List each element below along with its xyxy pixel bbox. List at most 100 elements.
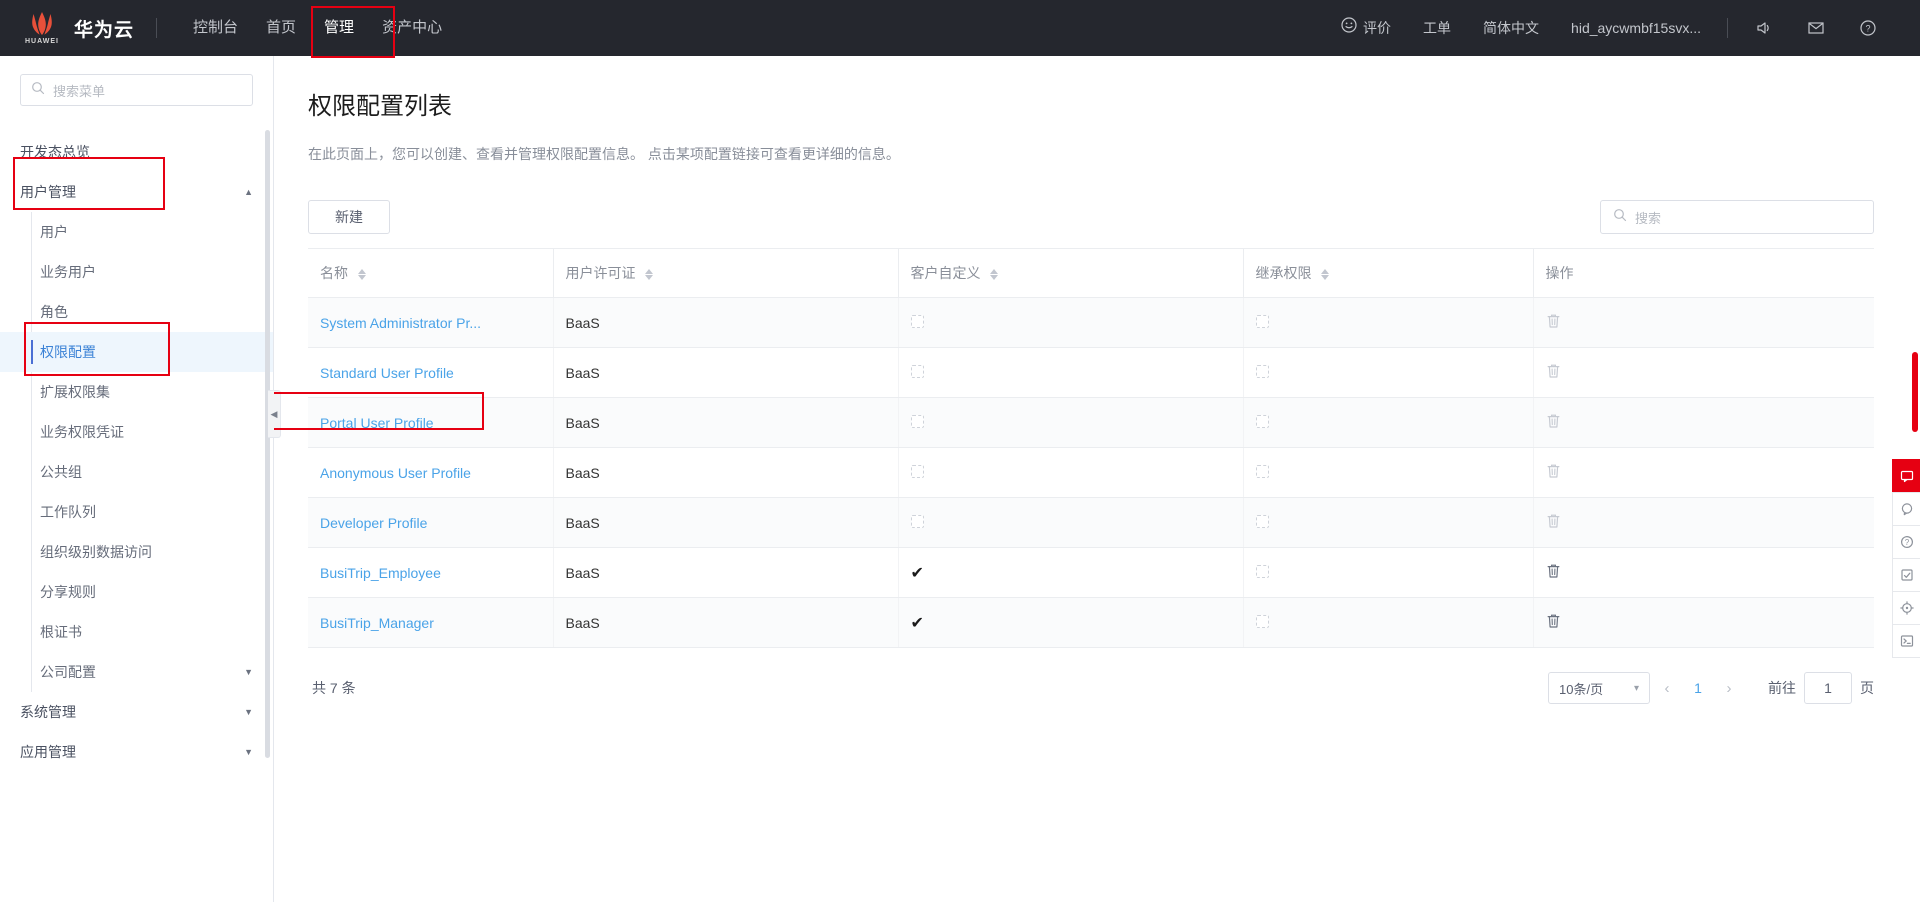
profile-link[interactable]: BusiTrip_Manager — [320, 615, 434, 631]
table-row[interactable]: BusiTrip_Manager BaaS ✔ — [308, 597, 1874, 648]
col-header-license[interactable]: 用户许可证 — [552, 248, 898, 298]
sidebar-scrollbar[interactable] — [265, 130, 270, 758]
checkbox-unchecked[interactable] — [1255, 564, 1269, 578]
checkbox-unchecked[interactable] — [1255, 514, 1269, 528]
sidebar-item-system-management[interactable]: 系统管理 ▼ — [0, 692, 273, 732]
main-scroll-indicator[interactable] — [1912, 352, 1918, 432]
sidebar-item-share-rules[interactable]: 分享规则 — [0, 572, 273, 612]
sidebar-item-user-management[interactable]: 用户管理 ▲ — [0, 172, 273, 212]
sort-icon[interactable] — [645, 268, 654, 280]
checkbox-unchecked[interactable] — [910, 414, 924, 428]
sidebar-item-label: 权限配置 — [40, 344, 96, 360]
sidebar-item-roles[interactable]: 角色 — [0, 292, 273, 332]
profile-link[interactable]: System Administrator Pr... — [320, 315, 481, 331]
sidebar: 搜索菜单 开发态总览 用户管理 ▲ 用户 业务用户 角色 权限配置 扩展权限集 … — [0, 56, 274, 902]
sidebar-item-business-permission-credential[interactable]: 业务权限凭证 — [0, 412, 273, 452]
new-button[interactable]: 新建 — [308, 200, 390, 234]
goto-page: 前往 页 — [1768, 672, 1874, 704]
sidebar-item-permission-config[interactable]: 权限配置 — [0, 332, 273, 372]
total-count: 共 7 条 — [312, 680, 356, 696]
checkbox-unchecked[interactable] — [910, 464, 924, 478]
top-nav-item-manage[interactable]: 管理 — [310, 0, 368, 56]
table-row[interactable]: System Administrator Pr... BaaS — [308, 297, 1874, 348]
checkbox-unchecked[interactable] — [1255, 414, 1269, 428]
trash-icon[interactable] — [1546, 613, 1561, 632]
search-input[interactable]: 搜索 — [1600, 200, 1874, 234]
table-row[interactable]: Portal User Profile BaaS — [308, 397, 1874, 448]
profile-link[interactable]: BusiTrip_Employee — [320, 565, 441, 581]
app-body: 搜索菜单 开发态总览 用户管理 ▲ 用户 业务用户 角色 权限配置 扩展权限集 … — [0, 56, 1920, 902]
brand[interactable]: HUAWEI 华为云 — [22, 11, 134, 45]
ticket-link[interactable]: 工单 — [1407, 0, 1467, 56]
trash-icon[interactable] — [1546, 313, 1561, 332]
sidebar-item-business-users[interactable]: 业务用户 — [0, 252, 273, 292]
col-header-custom[interactable]: 客户自定义 — [897, 248, 1243, 298]
cell-inherit — [1242, 347, 1533, 398]
checkbox-unchecked[interactable] — [1255, 464, 1269, 478]
checkbox-unchecked[interactable] — [910, 514, 924, 528]
profile-link[interactable]: Anonymous User Profile — [320, 465, 471, 481]
sidebar-menu: 开发态总览 用户管理 ▲ 用户 业务用户 角色 权限配置 扩展权限集 业务权限凭… — [0, 124, 273, 772]
checkbox-unchecked[interactable] — [910, 364, 924, 378]
cell-inherit — [1242, 447, 1533, 498]
sort-icon[interactable] — [357, 268, 366, 280]
speaker-icon[interactable] — [1738, 19, 1790, 37]
account-link[interactable]: hid_aycwmbf15svx... — [1555, 0, 1717, 56]
chat-icon[interactable] — [1892, 492, 1920, 526]
page-size-select[interactable]: 10条/页 ▾ — [1548, 672, 1650, 704]
top-nav-item-console[interactable]: 控制台 — [179, 0, 252, 56]
feedback-icon[interactable] — [1892, 459, 1920, 493]
help-icon[interactable]: ? — [1892, 525, 1920, 559]
edit-icon[interactable] — [1892, 558, 1920, 592]
checkbox-unchecked[interactable] — [910, 314, 924, 328]
checkbox-unchecked[interactable] — [1255, 314, 1269, 328]
col-header-name[interactable]: 名称 — [308, 248, 553, 298]
sidebar-collapse-handle[interactable]: ◀ — [268, 390, 281, 438]
sort-icon[interactable] — [1321, 268, 1330, 280]
sidebar-item-app-management[interactable]: 应用管理 ▼ — [0, 732, 273, 772]
trash-icon[interactable] — [1546, 363, 1561, 382]
profile-link[interactable]: Developer Profile — [320, 515, 427, 531]
sort-icon[interactable] — [990, 268, 999, 280]
language-link[interactable]: 简体中文 — [1467, 0, 1555, 56]
trash-icon[interactable] — [1546, 563, 1561, 582]
sidebar-item-users[interactable]: 用户 — [0, 212, 273, 252]
checkbox-unchecked[interactable] — [1255, 614, 1269, 628]
sidebar-item-company-config[interactable]: 公司配置 ▼ — [0, 652, 273, 692]
mail-icon[interactable] — [1790, 19, 1842, 37]
profile-link[interactable]: Standard User Profile — [320, 365, 454, 381]
cell-custom: ✔ — [897, 597, 1243, 648]
top-nav-item-home[interactable]: 首页 — [252, 0, 310, 56]
checkbox-unchecked[interactable] — [1255, 364, 1269, 378]
sidebar-item-label: 组织级别数据访问 — [40, 544, 152, 560]
sidebar-item-label: 用户管理 — [20, 184, 76, 200]
header-divider — [156, 18, 158, 38]
location-icon[interactable] — [1892, 591, 1920, 625]
profile-link[interactable]: Portal User Profile — [320, 415, 434, 431]
sidebar-item-extended-permission-set[interactable]: 扩展权限集 — [0, 372, 273, 412]
sidebar-item-work-queue[interactable]: 工作队列 — [0, 492, 273, 532]
evaluate-link[interactable]: 评价 — [1325, 0, 1407, 56]
menu-search-input[interactable]: 搜索菜单 — [20, 74, 253, 106]
trash-icon[interactable] — [1546, 413, 1561, 432]
page-number-1[interactable]: 1 — [1684, 680, 1712, 696]
col-header-inherit[interactable]: 继承权限 — [1242, 248, 1533, 298]
table-row[interactable]: Standard User Profile BaaS — [308, 347, 1874, 398]
terminal-icon[interactable] — [1892, 624, 1920, 658]
table-row[interactable]: Developer Profile BaaS — [308, 497, 1874, 548]
sidebar-item-dev-overview[interactable]: 开发态总览 — [0, 132, 273, 172]
top-nav-item-assets[interactable]: 资产中心 — [368, 0, 456, 56]
sidebar-item-org-data-access[interactable]: 组织级别数据访问 — [0, 532, 273, 572]
goto-page-input[interactable] — [1804, 672, 1852, 704]
sidebar-item-root-certificate[interactable]: 根证书 — [0, 612, 273, 652]
trash-icon[interactable] — [1546, 463, 1561, 482]
smiley-icon — [1341, 0, 1357, 56]
table-row[interactable]: BusiTrip_Employee BaaS ✔ — [308, 547, 1874, 598]
sidebar-item-public-group[interactable]: 公共组 — [0, 452, 273, 492]
trash-icon[interactable] — [1546, 513, 1561, 532]
table-row[interactable]: Anonymous User Profile BaaS — [308, 447, 1874, 498]
help-icon[interactable]: ? — [1842, 19, 1894, 37]
prev-page-button[interactable]: ‹ — [1650, 680, 1684, 697]
sidebar-item-label: 业务权限凭证 — [40, 424, 124, 440]
next-page-button[interactable]: › — [1712, 680, 1746, 697]
